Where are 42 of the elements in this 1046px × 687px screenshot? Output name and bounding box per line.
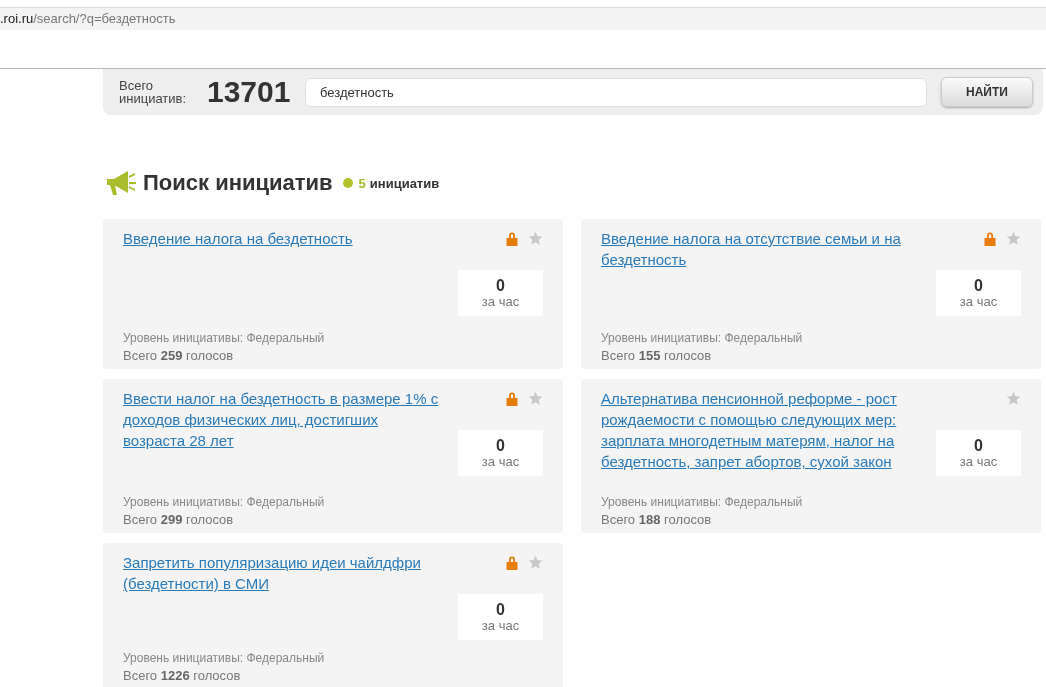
initiative-link[interactable]: Ввести налог на бездетность в размере 1% с доходов физических лиц, достигших возраста 28 лет: [123, 388, 444, 451]
total-votes: Всего 1226 голосов: [123, 667, 242, 685]
total-votes: Всего 299 голосов: [123, 511, 235, 529]
initiative-link[interactable]: Запретить популяризацию идеи чайлдфри (бездетности) в СМИ: [123, 552, 444, 594]
star-icon[interactable]: [1006, 391, 1021, 406]
total-votes: Всего 155 голосов: [601, 347, 713, 365]
total-votes: Всего 188 голосов: [601, 511, 713, 529]
search-field[interactable]: бездетность: [305, 77, 927, 107]
star-icon[interactable]: [528, 231, 543, 246]
page-title: Поиск инициатив: [143, 170, 333, 196]
initiative-level: Уровень инициативы: Федеральный: [601, 330, 804, 347]
count-dot-icon: [342, 178, 353, 188]
initiative-level: Уровень инициативы: Федеральный: [123, 650, 326, 667]
initiative-link[interactable]: Введение налога на бездетность: [123, 228, 444, 249]
initiative-level: Уровень инициативы: Федеральный: [601, 494, 804, 511]
initiative-level: Уровень инициативы: Федеральный: [123, 494, 326, 511]
megaphone-icon: [105, 168, 137, 198]
initiative-link[interactable]: Введение налога на отсутствие семьи и на бездетность: [601, 228, 922, 270]
result-count-label: инициатив: [369, 175, 440, 191]
total-label: Всего инициатив:: [119, 79, 188, 105]
total-votes: Всего 259 голосов: [123, 347, 235, 365]
period-label: за час: [481, 617, 520, 634]
star-icon[interactable]: [1006, 231, 1021, 246]
votes-per-hour: 0: [974, 436, 983, 454]
period-label: за час: [481, 293, 520, 310]
url-path: /search/?q=бездетность: [33, 11, 176, 26]
result-count: 5: [358, 175, 366, 191]
initiative-level: Уровень инициативы: Федеральный: [123, 330, 326, 347]
total-count: 13701: [207, 75, 292, 109]
votes-per-hour: 0: [974, 276, 983, 294]
url-host: .roi.ru: [0, 11, 34, 26]
votes-per-hour: 0: [496, 276, 505, 294]
votes-per-hour: 0: [496, 436, 505, 454]
period-label: за час: [959, 453, 998, 470]
star-icon[interactable]: [528, 391, 543, 406]
period-label: за час: [481, 453, 520, 470]
star-icon[interactable]: [528, 555, 543, 570]
period-label: за час: [959, 293, 998, 310]
initiative-link[interactable]: Альтернатива пенсионной реформе - рост рождаемости с помощью следующих мер: зарплата многодетным матерям, налог на бездетность, запрет абортов, сухой закон: [601, 388, 922, 472]
search-button[interactable]: НАЙТИ: [941, 77, 1033, 107]
address-bar[interactable]: .roi.ru/search/?q=бездетность: [0, 8, 1046, 30]
votes-per-hour: 0: [496, 600, 505, 618]
